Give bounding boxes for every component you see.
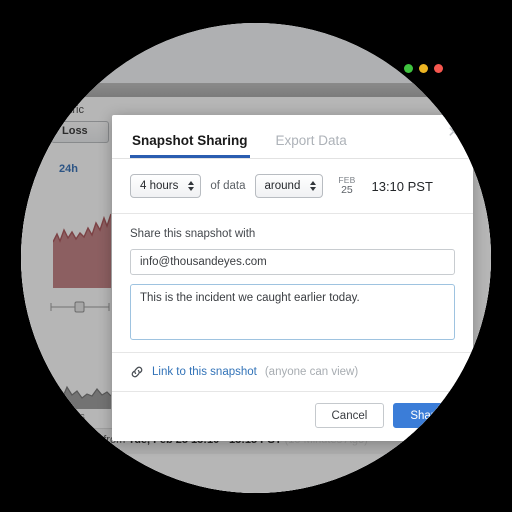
snapshot-link-note: (anyone can view) [264,366,359,378]
window-traffic-lights [404,64,443,73]
stepper-arrows-icon [310,181,317,191]
circular-porthole: Metric Loss 24h Jan 26 ta from Snapshot … [21,23,491,493]
modal-footer: Cancel Share [112,392,473,441]
close-icon[interactable]: ✕ [447,125,460,140]
anchor-select[interactable]: around [254,174,324,198]
recipient-email-input[interactable] [130,249,455,275]
snapshot-date[interactable]: FEB 25 [338,176,355,196]
screenshot-stage: Metric Loss 24h Jan 26 ta from Snapshot … [0,0,512,512]
snapshot-date-day: 25 [341,183,353,196]
share-with-label: Share this snapshot with [130,228,256,240]
window-dot-red[interactable] [434,64,443,73]
link-chain-icon [130,365,144,379]
of-data-label: of data [210,180,246,192]
snapshot-message-textarea[interactable] [130,284,455,340]
window-dot-green[interactable] [404,64,413,73]
snapshot-link[interactable]: Link to this snapshot [152,366,257,378]
window-dot-yellow[interactable] [419,64,428,73]
cancel-button[interactable]: Cancel [314,403,385,428]
stepper-arrows-icon [188,181,195,191]
modal-header: Snapshot Sharing Export Data ✕ [112,115,473,159]
duration-select-value: 4 hours [140,180,179,192]
tab-snapshot-sharing[interactable]: Snapshot Sharing [130,133,250,158]
duration-select[interactable]: 4 hours [130,174,202,198]
share-section: Share this snapshot with [112,214,473,353]
snapshot-sharing-modal: Snapshot Sharing Export Data ✕ 4 hours o… [112,115,473,441]
snapshot-range-row: 4 hours of data around FEB 25 13:10 PST [112,159,473,214]
share-button[interactable]: Share [393,403,458,428]
snapshot-time[interactable]: 13:10 PST [371,179,432,194]
anchor-select-value: around [264,180,301,192]
tab-export-data[interactable]: Export Data [274,133,349,158]
snapshot-link-row: Link to this snapshot (anyone can view) [112,353,473,392]
